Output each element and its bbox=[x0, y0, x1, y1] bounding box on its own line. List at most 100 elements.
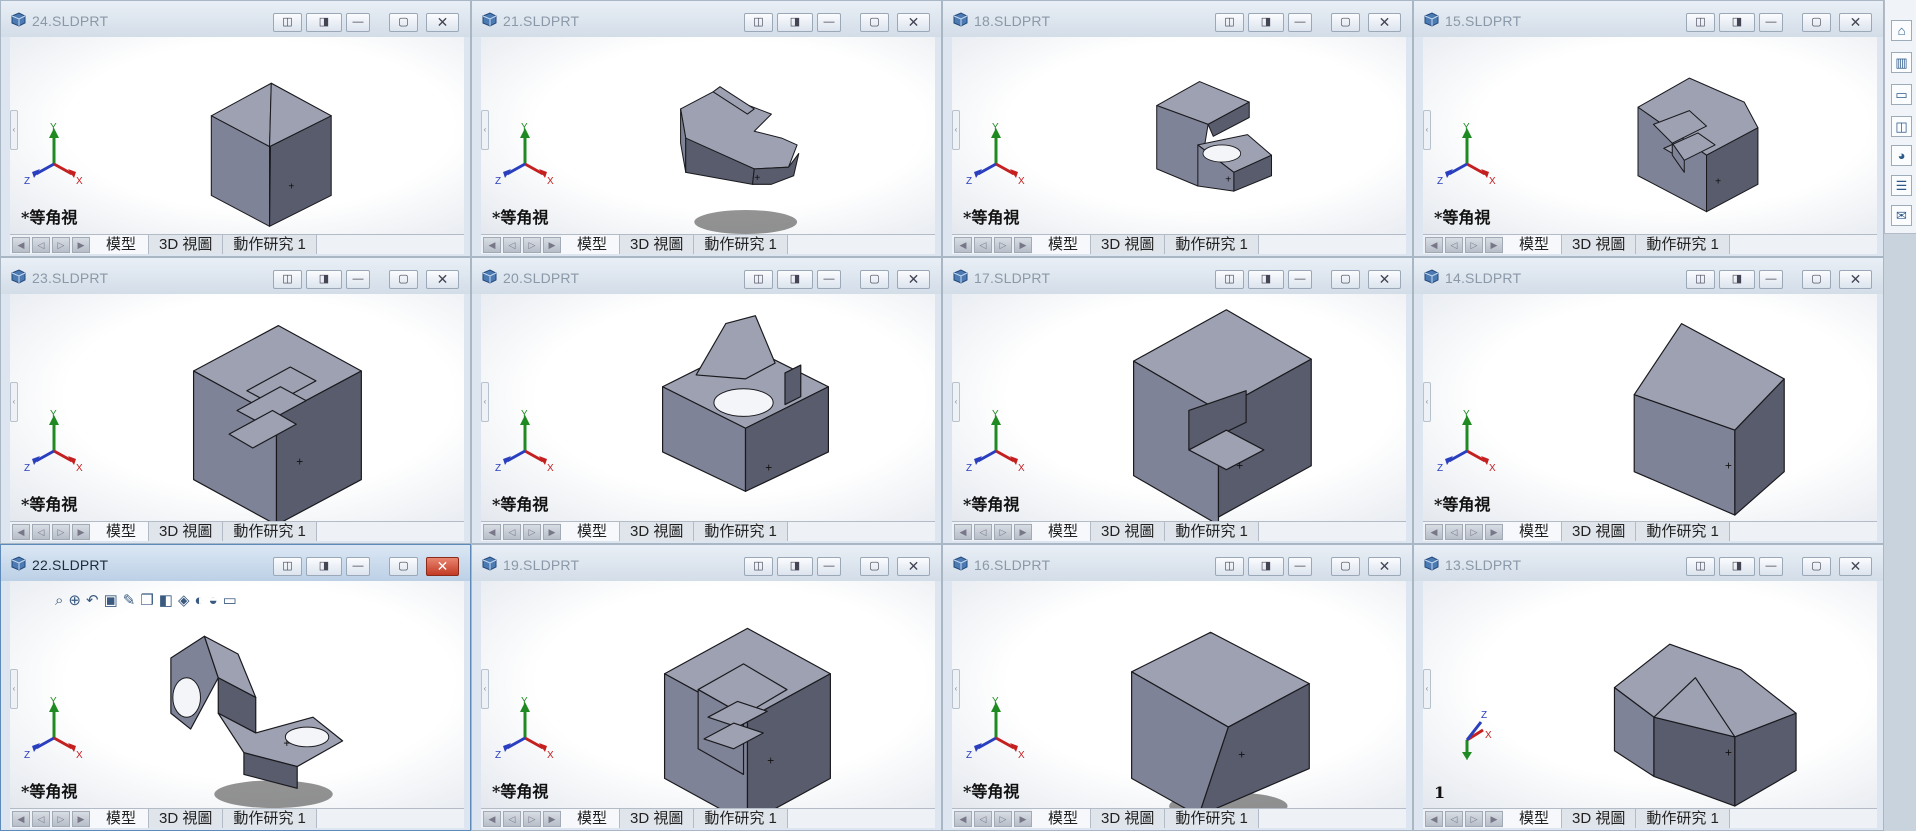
maximize-button[interactable]: ▢ bbox=[389, 557, 418, 576]
tab-motion-study[interactable]: 動作研究 1 bbox=[694, 809, 788, 828]
tab-motion-study[interactable]: 動作研究 1 bbox=[223, 809, 317, 828]
maximize-button[interactable]: ▢ bbox=[860, 13, 889, 32]
tab-3d-view[interactable]: 3D 視圖 bbox=[1562, 235, 1637, 254]
part-model[interactable]: + bbox=[952, 581, 1406, 808]
part-model[interactable]: + bbox=[481, 294, 935, 521]
graphics-area[interactable]: ‹ + Y X Z bbox=[1423, 294, 1877, 521]
tab-model[interactable]: 模型 bbox=[1032, 522, 1092, 541]
section-view-icon[interactable]: ▣ bbox=[104, 591, 118, 609]
tab-3d-view[interactable]: 3D 視圖 bbox=[1562, 522, 1637, 541]
tab-3d-view[interactable]: 3D 視圖 bbox=[149, 235, 224, 254]
part-model[interactable]: + bbox=[952, 294, 1406, 521]
tab-motion-study[interactable]: 動作研究 1 bbox=[694, 522, 788, 541]
close-button[interactable]: ✕ bbox=[426, 270, 459, 289]
document-window[interactable]: 15.SLDPRT ◫ ◨ — ▢ ✕ ‹ + Y X Z *等角視 ◀ ◁ ▷… bbox=[1413, 0, 1884, 257]
zoom-area-icon[interactable]: ⊕ bbox=[68, 591, 81, 609]
prev-tab-icon[interactable]: ◁ bbox=[32, 237, 50, 253]
document-window[interactable]: 22.SLDPRT ◫ ◨ — ▢ ✕ ‹ + Y X Z *等角視 ◀ ◁ ▷… bbox=[0, 544, 471, 831]
maximize-button[interactable]: ▢ bbox=[1802, 557, 1831, 576]
first-tab-icon[interactable]: ◀ bbox=[1425, 237, 1443, 253]
tab-motion-study[interactable]: 動作研究 1 bbox=[1636, 809, 1730, 828]
next-tab-icon[interactable]: ▷ bbox=[52, 524, 70, 540]
display-style-icon[interactable]: ◧ bbox=[159, 591, 173, 609]
tab-3d-view[interactable]: 3D 視圖 bbox=[1091, 522, 1166, 541]
graphics-area[interactable]: ‹ + Y X Z bbox=[481, 581, 935, 808]
tab-model[interactable]: 模型 bbox=[1503, 522, 1563, 541]
maximize-button[interactable]: ▢ bbox=[1802, 270, 1831, 289]
document-window[interactable]: 23.SLDPRT ◫ ◨ — ▢ ✕ ‹ + Y X Z *等角視 ◀ ◁ ▷… bbox=[0, 257, 471, 544]
close-button[interactable]: ✕ bbox=[426, 13, 459, 32]
part-hole[interactable] bbox=[1202, 144, 1242, 163]
last-tab-icon[interactable]: ▶ bbox=[1485, 524, 1503, 540]
part-model[interactable]: + bbox=[481, 581, 935, 808]
window-titlebar[interactable]: 24.SLDPRT ◫ ◨ — ▢ ✕ bbox=[1, 1, 470, 37]
document-window[interactable]: 18.SLDPRT ◫ ◨ — ▢ ✕ ‹ + Y X Z *等角視 ◀ ◁ ▷… bbox=[942, 0, 1413, 257]
last-tab-icon[interactable]: ▶ bbox=[1014, 524, 1032, 540]
last-tab-icon[interactable]: ▶ bbox=[72, 811, 90, 827]
cascade-icon[interactable]: ◨ bbox=[1719, 557, 1755, 576]
first-tab-icon[interactable]: ◀ bbox=[483, 524, 501, 540]
design-library-icon[interactable]: ▥ bbox=[1891, 52, 1912, 73]
close-button[interactable]: ✕ bbox=[426, 557, 459, 576]
next-tab-icon[interactable]: ▷ bbox=[1465, 237, 1483, 253]
first-tab-icon[interactable]: ◀ bbox=[12, 524, 30, 540]
tab-3d-view[interactable]: 3D 視圖 bbox=[1562, 809, 1637, 828]
minimize-button[interactable]: — bbox=[817, 557, 841, 576]
close-button[interactable]: ✕ bbox=[1839, 13, 1872, 32]
cascade-icon[interactable]: ◨ bbox=[306, 13, 342, 32]
tab-motion-study[interactable]: 動作研究 1 bbox=[223, 522, 317, 541]
first-tab-icon[interactable]: ◀ bbox=[483, 811, 501, 827]
close-button[interactable]: ✕ bbox=[897, 13, 930, 32]
cascade-icon[interactable]: ◨ bbox=[1719, 270, 1755, 289]
tile-icon[interactable]: ◫ bbox=[1215, 270, 1244, 289]
part-face[interactable] bbox=[695, 315, 776, 380]
prev-tab-icon[interactable]: ◁ bbox=[32, 811, 50, 827]
cascade-icon[interactable]: ◨ bbox=[306, 557, 342, 576]
tile-icon[interactable]: ◫ bbox=[273, 13, 302, 32]
tab-model[interactable]: 模型 bbox=[561, 235, 621, 254]
maximize-button[interactable]: ▢ bbox=[1331, 13, 1360, 32]
tile-icon[interactable]: ◫ bbox=[744, 13, 773, 32]
tile-icon[interactable]: ◫ bbox=[1686, 13, 1715, 32]
close-button[interactable]: ✕ bbox=[1839, 557, 1872, 576]
window-titlebar[interactable]: 18.SLDPRT ◫ ◨ — ▢ ✕ bbox=[943, 1, 1412, 37]
cascade-icon[interactable]: ◨ bbox=[306, 270, 342, 289]
window-titlebar[interactable]: 17.SLDPRT ◫ ◨ — ▢ ✕ bbox=[943, 258, 1412, 294]
maximize-button[interactable]: ▢ bbox=[389, 13, 418, 32]
next-tab-icon[interactable]: ▷ bbox=[523, 237, 541, 253]
maximize-button[interactable]: ▢ bbox=[1331, 557, 1360, 576]
document-window[interactable]: 19.SLDPRT ◫ ◨ — ▢ ✕ ‹ + Y X Z *等角視 ◀ ◁ ▷… bbox=[471, 544, 942, 831]
cascade-icon[interactable]: ◨ bbox=[1248, 557, 1284, 576]
minimize-button[interactable]: — bbox=[817, 270, 841, 289]
tab-motion-study[interactable]: 動作研究 1 bbox=[1636, 522, 1730, 541]
tile-icon[interactable]: ◫ bbox=[744, 270, 773, 289]
close-button[interactable]: ✕ bbox=[897, 270, 930, 289]
maximize-button[interactable]: ▢ bbox=[1802, 13, 1831, 32]
prev-tab-icon[interactable]: ◁ bbox=[503, 811, 521, 827]
home-icon[interactable]: ⌂ bbox=[1891, 20, 1912, 41]
document-window[interactable]: 24.SLDPRT ◫ ◨ — ▢ ✕ ‹ + Y X Z *等角視 ◀ ◁ ▷… bbox=[0, 0, 471, 257]
tab-model[interactable]: 模型 bbox=[1032, 235, 1092, 254]
view-orientation-icon[interactable]: ❒ bbox=[140, 591, 153, 609]
tab-motion-study[interactable]: 動作研究 1 bbox=[1636, 235, 1730, 254]
tab-model[interactable]: 模型 bbox=[90, 809, 150, 828]
window-titlebar[interactable]: 21.SLDPRT ◫ ◨ — ▢ ✕ bbox=[472, 1, 941, 37]
minimize-button[interactable]: — bbox=[1288, 270, 1312, 289]
part-model[interactable]: + bbox=[10, 294, 464, 521]
minimize-button[interactable]: — bbox=[346, 270, 370, 289]
cascade-icon[interactable]: ◨ bbox=[1248, 270, 1284, 289]
next-tab-icon[interactable]: ▷ bbox=[994, 237, 1012, 253]
last-tab-icon[interactable]: ▶ bbox=[543, 811, 561, 827]
cascade-icon[interactable]: ◨ bbox=[1248, 13, 1284, 32]
document-window[interactable]: 21.SLDPRT ◫ ◨ — ▢ ✕ ‹ + Y X Z *等角視 ◀ ◁ ▷… bbox=[471, 0, 942, 257]
tab-3d-view[interactable]: 3D 視圖 bbox=[149, 522, 224, 541]
prev-tab-icon[interactable]: ◁ bbox=[974, 811, 992, 827]
tab-model[interactable]: 模型 bbox=[561, 809, 621, 828]
last-tab-icon[interactable]: ▶ bbox=[72, 524, 90, 540]
tab-3d-view[interactable]: 3D 視圖 bbox=[620, 522, 695, 541]
last-tab-icon[interactable]: ▶ bbox=[543, 524, 561, 540]
tab-3d-view[interactable]: 3D 視圖 bbox=[1091, 235, 1166, 254]
part-hole[interactable] bbox=[172, 677, 201, 718]
document-window[interactable]: 16.SLDPRT ◫ ◨ — ▢ ✕ ‹ + Y X Z *等角視 ◀ ◁ ▷… bbox=[942, 544, 1413, 831]
maximize-button[interactable]: ▢ bbox=[1331, 270, 1360, 289]
